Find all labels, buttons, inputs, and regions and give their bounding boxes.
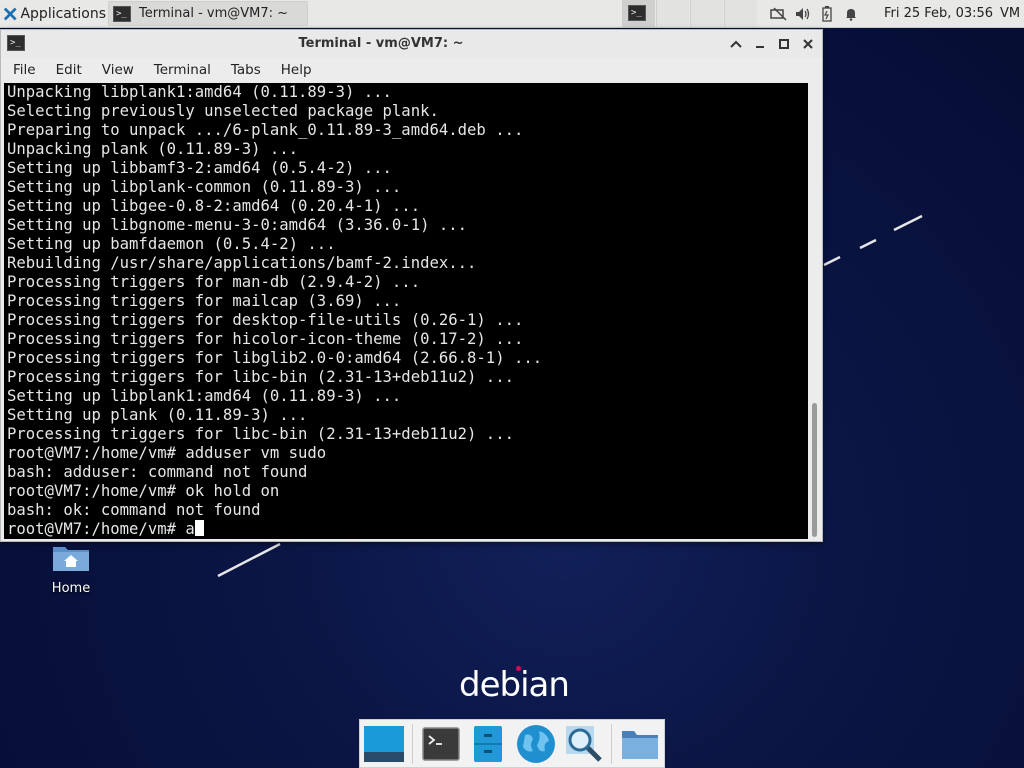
- terminal-input[interactable]: a: [185, 520, 194, 538]
- menu-tabs[interactable]: Tabs: [219, 62, 269, 78]
- desktop-home-icon[interactable]: Home: [36, 543, 106, 605]
- terminal-line: Setting up bamfdaemon (0.5.4-2) ...: [7, 235, 336, 253]
- home-label: Home: [51, 581, 91, 596]
- menu-help[interactable]: Help: [269, 62, 320, 78]
- workspace-2[interactable]: [656, 0, 689, 27]
- terminal-line: Setting up libplank1:amd64 (0.11.89-3) .…: [7, 387, 402, 405]
- terminal-line: Processing triggers for mailcap (3.69) .…: [7, 292, 402, 310]
- terminal-line: bash: adduser: command not found: [7, 463, 308, 481]
- window-title: Terminal - vm@VM7: ~: [298, 36, 464, 51]
- folder-icon: [622, 730, 659, 759]
- debian-logo-text: debian: [459, 665, 570, 705]
- dock: [359, 719, 665, 768]
- dock-file-manager[interactable]: [616, 720, 664, 768]
- workspace-terminal-icon: >_: [628, 5, 646, 21]
- terminal-window: >_ Terminal - vm@VM7: ~ File Edit View T…: [0, 29, 823, 542]
- terminal-line: Processing triggers for hicolor-icon-the…: [7, 330, 524, 348]
- scrollbar-thumb[interactable]: [812, 403, 817, 537]
- dock-web-browser[interactable]: [512, 720, 560, 768]
- taskbar-terminal-label: Terminal - vm@VM7: ~: [139, 6, 289, 21]
- terminal-line: Selecting previously unselected package …: [7, 102, 439, 120]
- web-browser-globe-icon: [516, 724, 555, 763]
- terminal-line: Setting up libplank-common (0.11.89-3) .…: [7, 178, 402, 196]
- terminal-text: Unpacking libplank1:amd64 (0.11.89-3) ..…: [4, 83, 808, 539]
- terminal-line: Processing triggers for man-db (2.9.4-2)…: [7, 273, 421, 291]
- top-panel: Applications >_ Terminal - vm@VM7: ~ >_ …: [0, 0, 1024, 28]
- applications-label: Applications: [20, 5, 106, 22]
- dock-separator: [411, 723, 413, 764]
- taskbar-terminal-button[interactable]: >_ Terminal - vm@VM7: ~: [108, 1, 308, 26]
- desktop-decoration: [823, 214, 923, 267]
- terminal-line: Setting up plank (0.11.89-3) ...: [7, 406, 308, 424]
- workspace-4[interactable]: [724, 0, 757, 27]
- notification-bell-icon[interactable]: [842, 5, 860, 23]
- show-desktop-icon: [363, 725, 404, 762]
- home-folder-icon: [53, 547, 89, 571]
- terminal-line: Processing triggers for libglib2.0-0:amd…: [7, 349, 543, 367]
- terminal-line: root@VM7:/home/vm# ok hold on: [7, 482, 280, 500]
- xfce-mouse-icon: [3, 7, 17, 20]
- user-menu[interactable]: VM: [1000, 0, 1020, 27]
- dock-file-cabinet[interactable]: [464, 720, 512, 768]
- terminal-line: Preparing to unpack .../6-plank_0.11.89-…: [7, 121, 524, 139]
- terminal-line: Processing triggers for libc-bin (2.31-1…: [7, 425, 514, 443]
- system-tray: [770, 0, 860, 27]
- terminal-line: bash: ok: command not found: [7, 501, 261, 519]
- terminal-line: Processing triggers for libc-bin (2.31-1…: [7, 368, 514, 386]
- debian-logo: debian: [459, 664, 570, 706]
- terminal-line: Rebuilding /usr/share/applications/bamf-…: [7, 254, 477, 272]
- menu-view[interactable]: View: [90, 62, 142, 78]
- dock-terminal[interactable]: [417, 720, 465, 768]
- shade-icon[interactable]: [728, 36, 744, 52]
- desktop-decoration-2: [217, 542, 281, 578]
- menubar: File Edit View Terminal Tabs Help: [1, 58, 822, 82]
- dock-app-finder[interactable]: [560, 720, 608, 768]
- workspace-3[interactable]: [690, 0, 723, 27]
- battery-icon[interactable]: [818, 5, 836, 23]
- close-icon[interactable]: [800, 36, 816, 52]
- volume-icon[interactable]: [794, 5, 812, 23]
- clock[interactable]: Fri 25 Feb, 03:56: [884, 0, 993, 27]
- terminal-line: Unpacking libplank1:amd64 (0.11.89-3) ..…: [7, 83, 392, 101]
- terminal-cursor: [194, 520, 204, 536]
- dock-separator-2: [611, 723, 613, 764]
- terminal-scrollbar[interactable]: [809, 83, 820, 539]
- window-titlebar[interactable]: >_ Terminal - vm@VM7: ~: [1, 30, 822, 59]
- terminal-prompt: root@VM7:/home/vm#: [7, 520, 186, 538]
- file-cabinet-icon: [474, 725, 503, 762]
- dock-show-desktop[interactable]: [360, 720, 408, 768]
- terminal-line: root@VM7:/home/vm# adduser vm sudo: [7, 444, 327, 462]
- magnifier-search-icon: [565, 725, 602, 762]
- terminal-prompt-line: root@VM7:/home/vm# a: [7, 520, 808, 539]
- terminal-line: Unpacking plank (0.11.89-3) ...: [7, 140, 299, 158]
- maximize-icon[interactable]: [776, 36, 792, 52]
- menu-edit[interactable]: Edit: [44, 62, 90, 78]
- menu-terminal[interactable]: Terminal: [142, 62, 219, 78]
- terminal-line: Setting up libgnome-menu-3-0:amd64 (3.36…: [7, 216, 468, 234]
- debian-logo-dot: [516, 666, 521, 671]
- terminal-app-icon: [421, 726, 460, 761]
- terminal-output[interactable]: Unpacking libplank1:amd64 (0.11.89-3) ..…: [4, 83, 808, 539]
- terminal-line: Processing triggers for desktop-file-uti…: [7, 311, 524, 329]
- menu-file[interactable]: File: [1, 62, 44, 78]
- network-icon[interactable]: [770, 5, 788, 23]
- terminal-line: Setting up libbamf3-2:amd64 (0.5.4-2) ..…: [7, 159, 392, 177]
- minimize-icon[interactable]: [752, 36, 768, 52]
- terminal-line: Setting up libgee-0.8-2:amd64 (0.20.4-1)…: [7, 197, 421, 215]
- workspace-1[interactable]: >_: [622, 0, 655, 27]
- terminal-icon: >_: [113, 5, 131, 22]
- applications-menu-button[interactable]: Applications: [0, 0, 106, 27]
